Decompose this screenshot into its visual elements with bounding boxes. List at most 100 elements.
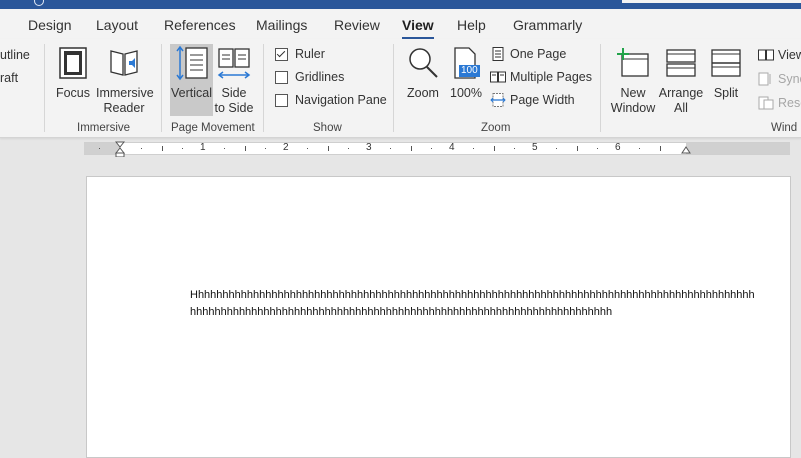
ruler-tick <box>576 146 578 151</box>
page-movement-group-label: Page Movement <box>171 122 255 134</box>
tab-design[interactable]: Design <box>28 17 72 33</box>
immersive-reader-icon <box>96 44 152 82</box>
immersive-reader-label: Immersive Reader <box>96 86 154 115</box>
group-separator <box>161 44 162 132</box>
ruler-number: 4 <box>449 142 455 153</box>
ruler-checkbox[interactable]: Ruler <box>275 47 325 61</box>
tab-help[interactable]: Help <box>457 17 486 33</box>
ruler-tick <box>244 146 246 151</box>
group-separator <box>600 44 601 132</box>
ruler-check-icon <box>275 47 288 61</box>
split-label: Split <box>713 86 739 100</box>
focus-button[interactable]: Focus <box>52 44 94 101</box>
side-to-side-label: Side to Side <box>214 86 254 115</box>
side-to-side-button[interactable]: Side to Side <box>214 44 254 116</box>
page-width-button[interactable]: Page Width <box>490 93 575 107</box>
ruler-tick <box>140 148 142 149</box>
synchronous-scrolling-button[interactable]: Sync <box>758 72 801 86</box>
tab-review[interactable]: Review <box>334 17 380 33</box>
split-icon <box>706 44 746 82</box>
page-width-label: Page Width <box>510 93 575 107</box>
horizontal-ruler[interactable]: 1 2 3 4 5 6 <box>84 141 790 157</box>
document-page[interactable]: Hhhhhhhhhhhhhhhhhhhhhhhhhhhhhhhhhhhhhhhh… <box>86 176 791 458</box>
zoom-button[interactable]: Zoom <box>403 44 443 101</box>
ruler-right-margin <box>686 143 790 154</box>
title-bar <box>0 0 801 9</box>
first-line-indent-marker[interactable] <box>115 141 125 157</box>
zoom-label: Zoom <box>407 86 439 100</box>
ruler-number: 2 <box>283 142 289 153</box>
draft-button[interactable]: raft <box>0 71 18 85</box>
ruler-tick <box>638 148 640 149</box>
reset-window-position-button[interactable]: Rese <box>758 96 801 110</box>
vertical-label: Vertical <box>171 86 212 100</box>
view-side-by-side-icon <box>758 49 774 61</box>
immersive-reader-button[interactable]: Immersive Reader <box>96 44 154 116</box>
ruler-tick <box>597 148 599 149</box>
ruler-tick <box>493 146 495 151</box>
ruler-tick <box>327 146 329 151</box>
arrange-all-label: Arrange All <box>658 86 704 115</box>
document-body-text[interactable]: Hhhhhhhhhhhhhhhhhhhhhhhhhhhhhhhhhhhhhhhh… <box>190 287 760 320</box>
view-side-by-side-button[interactable]: View <box>758 48 801 62</box>
new-window-button[interactable]: New Window <box>609 44 657 116</box>
tab-references[interactable]: References <box>164 17 236 33</box>
window-group-label: Wind <box>771 122 798 134</box>
ribbon-tab-bar: Design Layout References Mailings Review… <box>0 9 801 40</box>
ruler-tick <box>431 148 433 149</box>
navigation-pane-check-icon <box>275 93 288 107</box>
tab-grammarly[interactable]: Grammarly <box>513 17 582 33</box>
app-icon <box>34 0 44 6</box>
new-window-icon <box>609 44 657 82</box>
ruler-number: 3 <box>366 142 372 153</box>
gridlines-label: Gridlines <box>295 70 345 84</box>
ruler-tick <box>514 148 516 149</box>
arrange-all-icon <box>658 44 704 82</box>
outline-button[interactable]: utline <box>0 48 30 62</box>
ruler-tick <box>265 148 267 149</box>
reset-window-icon <box>758 96 774 110</box>
group-separator <box>263 44 264 132</box>
multiple-pages-button[interactable]: Multiple Pages <box>490 70 592 84</box>
ruler-tick <box>161 146 163 151</box>
ruler-tick <box>182 148 184 149</box>
ruler-tick <box>306 148 308 149</box>
ruler-label: Ruler <box>295 47 325 61</box>
ruler-tick <box>223 148 225 149</box>
tab-view[interactable]: View <box>402 17 434 40</box>
ruler-tick <box>410 146 412 151</box>
ruler-number: 6 <box>615 142 621 153</box>
new-window-label: New Window <box>610 86 656 115</box>
focus-label: Focus <box>55 86 91 100</box>
ruler-number: 1 <box>200 142 206 153</box>
page-width-icon <box>490 93 506 107</box>
vertical-button[interactable]: Vertical <box>170 44 213 116</box>
immersive-group-label: Immersive <box>77 122 131 134</box>
ruler-tick <box>472 148 474 149</box>
title-search-box[interactable] <box>622 0 801 3</box>
gridlines-checkbox[interactable]: Gridlines <box>275 70 344 84</box>
ruler-tick <box>99 148 101 149</box>
navigation-pane-checkbox[interactable]: Navigation Pane <box>275 93 387 107</box>
split-button[interactable]: Split <box>706 44 746 101</box>
show-group-label: Show <box>313 122 342 134</box>
navigation-pane-label: Navigation Pane <box>295 93 387 107</box>
synchronous-scrolling-label: Sync <box>778 72 801 86</box>
gridlines-check-icon <box>275 70 288 84</box>
zoom-100-button[interactable]: 100 100% <box>448 44 484 101</box>
group-separator <box>393 44 394 132</box>
one-page-label: One Page <box>510 47 567 61</box>
multiple-pages-label: Multiple Pages <box>510 70 592 84</box>
group-separator <box>44 44 45 132</box>
right-indent-marker[interactable] <box>681 144 691 154</box>
reset-window-position-label: Rese <box>778 96 801 110</box>
ruler-tick <box>348 148 350 149</box>
zoom-100-label: 100% <box>450 86 482 100</box>
tab-layout[interactable]: Layout <box>96 17 138 33</box>
one-page-button[interactable]: One Page <box>490 47 566 61</box>
draft-label: raft <box>0 71 19 85</box>
side-to-side-icon <box>214 44 254 82</box>
sync-scroll-icon <box>758 72 771 86</box>
arrange-all-button[interactable]: Arrange All <box>658 44 704 116</box>
tab-mailings[interactable]: Mailings <box>256 17 307 33</box>
